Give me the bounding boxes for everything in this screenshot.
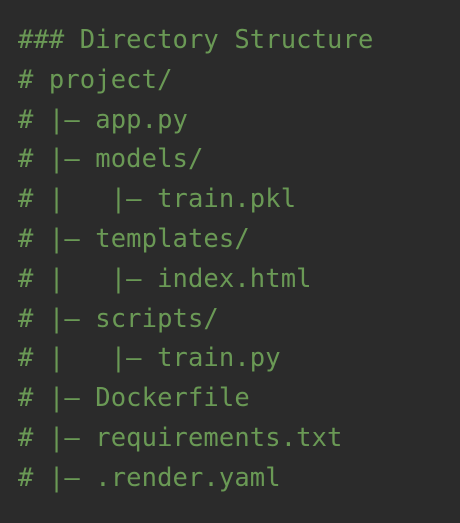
code-line-scripts: # |— scripts/ bbox=[18, 303, 219, 334]
code-line-heading: ### Directory Structure bbox=[18, 25, 374, 55]
code-line-requirements: # |— requirements.txt bbox=[18, 422, 343, 453]
code-line-train-pkl: # | |— train.pkl bbox=[18, 184, 297, 215]
code-line-app-py: # |— app.py bbox=[18, 104, 188, 135]
code-line-project: # project/ bbox=[18, 64, 173, 95]
code-line-models: # |— models/ bbox=[18, 144, 204, 175]
code-line-dockerfile: # |— Dockerfile bbox=[18, 383, 250, 414]
code-line-train-py: # | |— train.py bbox=[18, 343, 281, 374]
code-line-index-html: # | |— index.html bbox=[18, 263, 312, 294]
code-editor-panel[interactable]: ### Directory Structure # project/ # |— … bbox=[0, 0, 460, 523]
code-line-templates: # |— templates/ bbox=[18, 223, 250, 254]
code-line-render-yaml: # |— .render.yaml bbox=[18, 462, 281, 493]
